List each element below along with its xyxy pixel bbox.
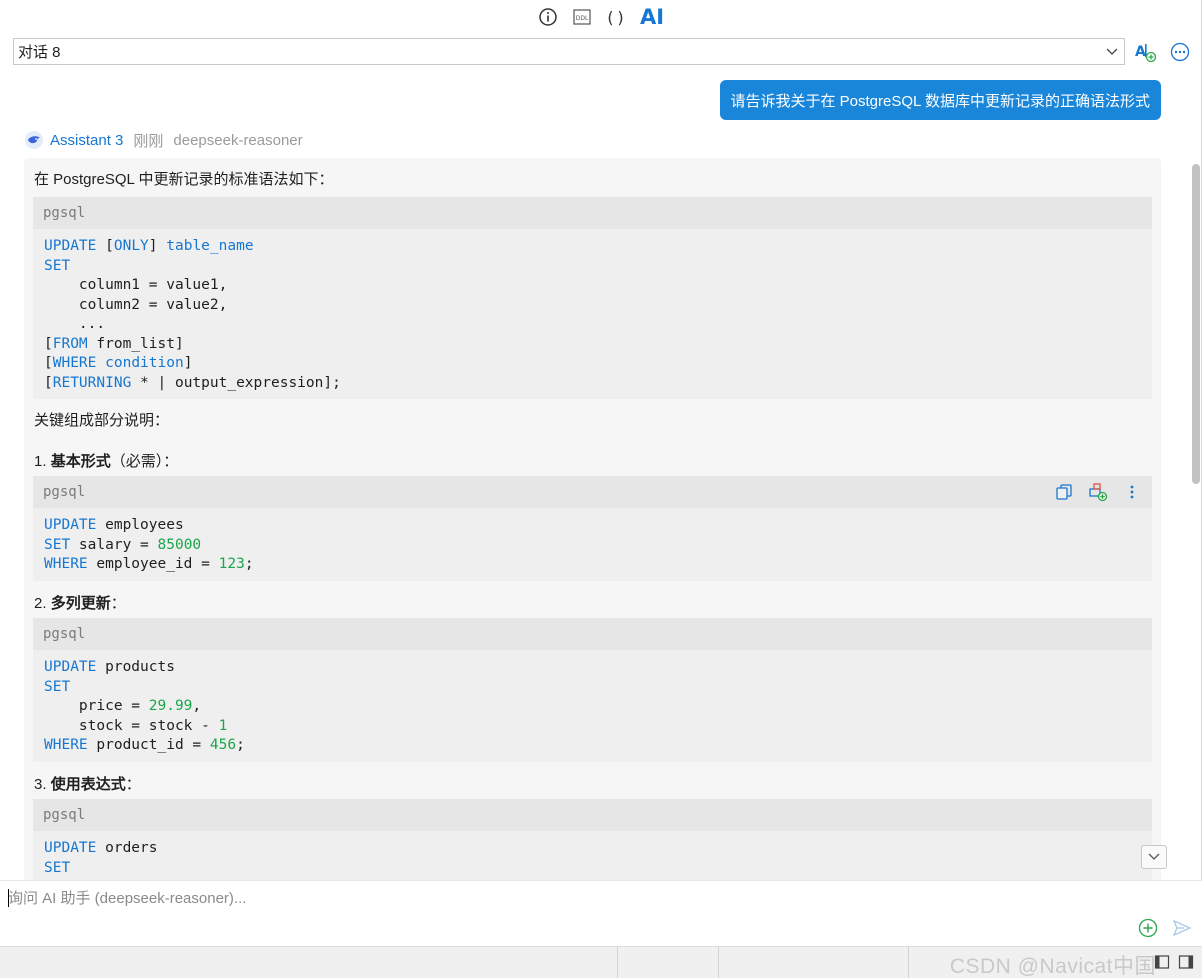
more-options-icon[interactable] (1168, 40, 1192, 64)
ai-new-chat-icon[interactable]: A (1133, 40, 1157, 64)
scroll-to-bottom-button[interactable] (1141, 845, 1167, 869)
assistant-header: Assistant 3 刚刚 deepseek-reasoner (24, 130, 303, 150)
code-block: pgsql UPDATE employees SET salary = 8500… (33, 476, 1152, 581)
code-language-label: pgsql (33, 618, 1152, 650)
insert-to-editor-icon[interactable] (1088, 482, 1108, 502)
prompt-area (0, 880, 1202, 946)
watermark: CSDN @Navicat中国 (949, 955, 1156, 978)
code-block: pgsql UPDATE orders SET (33, 799, 1152, 880)
code-language-label: pgsql (33, 799, 1152, 831)
chat-area: 请告诉我关于在 PostgreSQL 数据库中更新记录的正确语法形式 Assis… (0, 68, 1202, 880)
user-message-text: 请告诉我关于在 PostgreSQL 数据库中更新记录的正确语法形式 (730, 92, 1151, 110)
code-language-label: pgsql (33, 197, 1152, 229)
svg-text:DDL: DDL (576, 15, 589, 22)
assistant-answer: 在 PostgreSQL 中更新记录的标准语法如下： pgsql UPDATE … (24, 158, 1161, 880)
status-icons (1154, 954, 1194, 970)
panel-tabs: DDL () AI (0, 0, 1202, 34)
prompt-input[interactable] (8, 887, 1108, 909)
code-content[interactable]: UPDATE orders SET (33, 831, 1152, 880)
answer-intro: 在 PostgreSQL 中更新记录的标准语法如下： (34, 171, 334, 188)
section-title: 关键组成部分说明： (34, 412, 170, 429)
chat-scrollbar[interactable] (1192, 164, 1200, 484)
code-content[interactable]: UPDATE products SET price = 29.99, stock… (33, 650, 1152, 762)
add-attachment-icon[interactable] (1137, 917, 1159, 939)
ai-icon[interactable]: AI (639, 5, 665, 29)
code-block: pgsql UPDATE products SET price = 29.99,… (33, 618, 1152, 762)
info-icon[interactable] (537, 6, 559, 28)
send-icon[interactable] (1171, 917, 1193, 939)
code-actions (1054, 482, 1142, 502)
copy-icon[interactable] (1054, 482, 1074, 502)
code-header: pgsql (33, 476, 1152, 508)
code-content[interactable]: UPDATE employees SET salary = 85000 WHER… (33, 508, 1152, 581)
assistant-avatar-icon (24, 130, 44, 150)
code-language-label: pgsql (43, 484, 86, 500)
status-divider (617, 947, 618, 978)
panel-right-icon[interactable] (1178, 954, 1194, 970)
svg-text:A: A (1135, 44, 1146, 60)
ddl-icon[interactable]: DDL (571, 6, 593, 28)
parentheses-icon[interactable]: () (605, 6, 627, 28)
conversation-select[interactable]: 对话 8 (13, 38, 1125, 65)
assistant-model: deepseek-reasoner (173, 131, 303, 149)
status-bar: CSDN @Navicat中国 (0, 946, 1202, 978)
list-item: 3. 使用表达式： (34, 776, 141, 793)
code-content[interactable]: UPDATE [ONLY] table_name SET column1 = v… (33, 229, 1152, 399)
chevron-down-icon (1100, 48, 1124, 56)
more-vertical-icon[interactable] (1122, 482, 1142, 502)
status-divider (718, 947, 719, 978)
chevron-down-icon (1148, 853, 1160, 860)
list-item: 1. 基本形式（必需）： (34, 453, 179, 470)
code-block: pgsql UPDATE [ONLY] table_name SET colum… (33, 197, 1152, 399)
list-item: 2. 多列更新： (34, 595, 126, 612)
text-caret (8, 889, 9, 907)
conversation-select-value: 对话 8 (18, 44, 61, 61)
user-message-bubble: 请告诉我关于在 PostgreSQL 数据库中更新记录的正确语法形式 (719, 80, 1161, 120)
assistant-name: Assistant 3 (50, 131, 124, 149)
panel-left-icon[interactable] (1154, 954, 1170, 970)
ai-assistant-panel: DDL () AI 对话 8 A 请告诉我关于在 PostgreSQL 数据库中… (0, 0, 1202, 978)
status-divider (908, 947, 909, 978)
assistant-time: 刚刚 (133, 132, 164, 150)
